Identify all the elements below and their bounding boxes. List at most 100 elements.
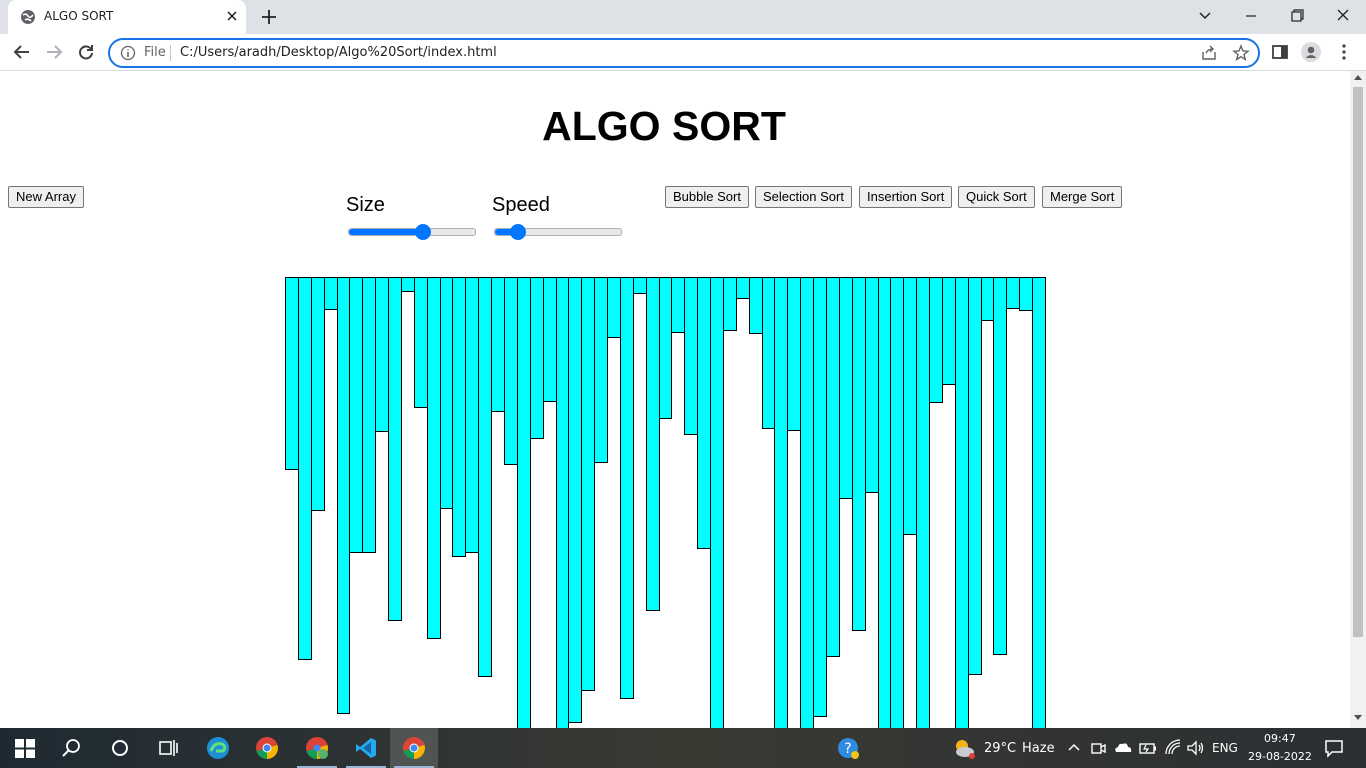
array-bar	[349, 277, 364, 553]
wifi-icon[interactable]	[1162, 736, 1184, 760]
scroll-down-arrow-icon[interactable]	[1354, 715, 1362, 720]
edge-browser-icon[interactable]	[206, 736, 230, 760]
windows-taskbar: ? 29°C Haze ENG 09:47 29-08-2022	[0, 728, 1366, 768]
chrome-icon[interactable]	[255, 736, 279, 760]
share-icon[interactable]	[1200, 44, 1218, 62]
scroll-up-arrow-icon[interactable]	[1354, 75, 1362, 80]
array-bar	[516, 277, 531, 728]
array-bar	[697, 277, 712, 549]
help-icon[interactable]: ?	[836, 736, 860, 760]
array-bar	[877, 277, 892, 728]
array-bar	[323, 277, 338, 310]
bubble-sort-button[interactable]: Bubble Sort	[665, 186, 749, 208]
array-bar	[297, 277, 312, 660]
array-bar	[336, 277, 351, 714]
vertical-scrollbar[interactable]	[1350, 71, 1366, 728]
selection-sort-button[interactable]: Selection Sort	[755, 186, 852, 208]
array-bar	[1032, 277, 1046, 728]
array-bar	[748, 277, 763, 334]
array-bar	[890, 277, 905, 728]
size-slider-thumb[interactable]	[415, 224, 432, 240]
array-bars	[285, 277, 1046, 728]
close-window-icon[interactable]	[1331, 5, 1355, 27]
menu-kebab-icon[interactable]	[1334, 42, 1354, 62]
vscode-icon[interactable]	[354, 736, 378, 760]
array-bar	[478, 277, 493, 677]
array-bar	[735, 277, 750, 299]
weather-condition: Haze	[1022, 741, 1055, 756]
array-bar	[916, 277, 931, 728]
array-bar	[1019, 277, 1034, 311]
tab-search-icon[interactable]	[1193, 5, 1217, 27]
array-bar	[903, 277, 918, 535]
address-bar[interactable]: File C:/Users/aradh/Desktop/Algo%20Sort/…	[108, 38, 1260, 68]
windows-start-icon[interactable]	[13, 736, 37, 760]
battery-icon[interactable]	[1137, 736, 1159, 760]
array-bar	[993, 277, 1008, 655]
onedrive-cloud-icon[interactable]	[1112, 736, 1134, 760]
info-icon[interactable]	[120, 45, 136, 61]
forward-arrow-icon[interactable]	[44, 42, 64, 62]
array-bar	[285, 277, 299, 470]
reload-icon[interactable]	[76, 42, 96, 62]
array-bar	[813, 277, 827, 717]
bookmark-star-icon[interactable]	[1232, 44, 1250, 62]
task-view-icon[interactable]	[156, 736, 180, 760]
new-array-button[interactable]: New Array	[8, 186, 84, 208]
array-bar	[529, 277, 544, 439]
array-bar	[542, 277, 557, 402]
browser-toolbar: File C:/Users/aradh/Desktop/Algo%20Sort/…	[0, 34, 1366, 71]
speed-label: Speed	[492, 194, 550, 216]
meet-now-icon[interactable]	[1088, 736, 1108, 760]
array-bar	[310, 277, 325, 511]
back-arrow-icon[interactable]	[12, 42, 32, 62]
close-icon[interactable]	[224, 8, 240, 24]
array-bar	[388, 277, 402, 621]
merge-sort-button[interactable]: Merge Sort	[1042, 186, 1123, 208]
volume-icon[interactable]	[1185, 736, 1207, 760]
scrollbar-thumb[interactable]	[1353, 87, 1363, 637]
array-bar	[838, 277, 853, 499]
url-text[interactable]: C:/Users/aradh/Desktop/Algo%20Sort/index…	[180, 45, 497, 60]
page-title: ALGO SORT	[542, 103, 786, 149]
array-bar	[800, 277, 815, 728]
quick-sort-button[interactable]: Quick Sort	[958, 186, 1035, 208]
clock-time[interactable]: 09:47	[1264, 732, 1296, 745]
array-bar	[632, 277, 647, 294]
profile-avatar-icon[interactable]	[1301, 42, 1321, 62]
notifications-icon[interactable]	[1322, 736, 1346, 760]
array-bar	[658, 277, 673, 419]
array-bar	[787, 277, 802, 431]
browser-tab[interactable]: ALGO SORT	[8, 0, 246, 34]
minimize-icon[interactable]	[1239, 5, 1263, 27]
array-bar	[452, 277, 467, 557]
array-bar	[413, 277, 428, 408]
cortana-icon[interactable]	[108, 736, 132, 760]
array-bar	[980, 277, 995, 321]
array-bar	[400, 277, 415, 292]
array-bar	[594, 277, 609, 463]
globe-icon	[21, 10, 35, 24]
weather-icon[interactable]	[952, 736, 976, 760]
array-bar	[761, 277, 776, 429]
insertion-sort-button[interactable]: Insertion Sort	[859, 186, 953, 208]
chevron-up-icon[interactable]	[1064, 736, 1084, 760]
array-bar	[439, 277, 454, 509]
array-bar	[426, 277, 441, 639]
chrome-profile-icon[interactable]	[305, 736, 329, 760]
side-panel-icon[interactable]	[1270, 42, 1290, 62]
speed-slider-thumb[interactable]	[509, 224, 526, 240]
input-language[interactable]: ENG	[1212, 741, 1238, 755]
restore-icon[interactable]	[1285, 5, 1309, 27]
new-tab-icon[interactable]	[260, 8, 278, 26]
svg-text:?: ?	[844, 741, 851, 757]
array-bar	[954, 277, 969, 728]
array-bar	[607, 277, 621, 338]
size-slider[interactable]	[348, 224, 476, 240]
speed-slider[interactable]	[494, 224, 622, 240]
chrome-active-icon[interactable]	[402, 736, 426, 760]
tab-title: ALGO SORT	[44, 9, 114, 23]
page-content: ALGO SORT New Array Size Speed Bubble So…	[0, 71, 1350, 728]
search-icon[interactable]	[60, 736, 84, 760]
clock-date[interactable]: 29-08-2022	[1248, 750, 1312, 763]
